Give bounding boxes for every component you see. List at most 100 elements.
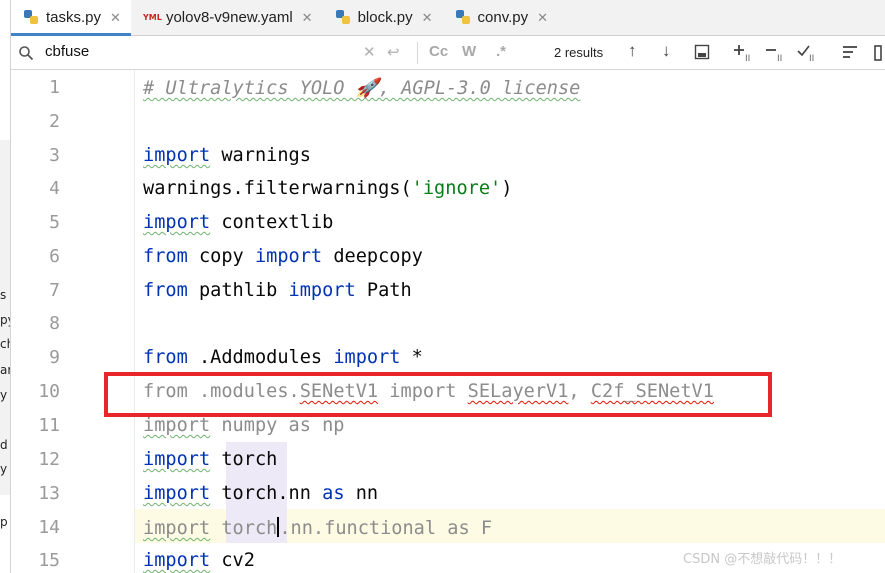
- keyword: import: [333, 347, 401, 368]
- code-line-11: import numpy as np: [143, 415, 345, 436]
- select-all-occurrences-icon[interactable]: II: [797, 43, 819, 63]
- keyword: import: [254, 246, 323, 267]
- code-text: cv2: [210, 550, 255, 571]
- close-icon[interactable]: ✕: [537, 10, 548, 26]
- svg-text:II: II: [809, 54, 814, 63]
- code-text: deepcopy: [322, 246, 423, 267]
- tab-conv-py[interactable]: conv.py ✕: [443, 0, 559, 35]
- code-text: .Addmodules: [187, 347, 334, 368]
- line-number: 1: [49, 77, 60, 98]
- code-line-6: from copy import deepcopy: [143, 246, 423, 267]
- python-file-icon: [455, 9, 472, 26]
- keyword: from: [143, 246, 188, 267]
- code-text: nn: [344, 483, 379, 504]
- project-panel-edge: s py ch ar y d y p: [0, 0, 11, 573]
- project-panel-fragment: py: [0, 313, 10, 327]
- code-text: Path: [355, 280, 412, 301]
- code-line-14: import torch .nn.functional as F: [143, 517, 492, 539]
- close-icon[interactable]: ✕: [422, 10, 433, 26]
- code-text: pathlib: [187, 280, 289, 301]
- add-occurrence-icon[interactable]: II: [733, 43, 755, 63]
- line-number: 15: [38, 550, 60, 571]
- keyword: import: [143, 550, 211, 571]
- tab-block-py[interactable]: block.py ✕: [323, 0, 443, 35]
- keyword: import: [143, 415, 211, 436]
- tab-label: tasks.py: [46, 9, 102, 26]
- tab-tasks-py[interactable]: tasks.py ✕: [11, 0, 131, 36]
- code-line-4: warnings.filterwarnings('ignore'): [143, 178, 512, 199]
- line-number: 3: [49, 145, 60, 166]
- annotation-highlight-box: [104, 372, 772, 417]
- filter-icon[interactable]: [841, 44, 859, 62]
- line-number: 10: [38, 381, 60, 402]
- line-number: 7: [49, 280, 60, 301]
- code-line-15: import cv2: [143, 550, 255, 571]
- code-text: warnings: [210, 145, 311, 166]
- code-text: warnings.filterwarnings(: [143, 178, 412, 199]
- tab-label: block.py: [357, 9, 413, 26]
- line-number: 5: [49, 212, 60, 233]
- tab-label: yolov8-v9new.yaml: [165, 9, 293, 26]
- keyword: import: [143, 145, 211, 166]
- editor-tab-bar: tasks.py ✕ YML yolov8-v9new.yaml ✕ block…: [11, 0, 885, 36]
- regex-toggle[interactable]: .*: [496, 43, 506, 60]
- comment: # Ultralytics YOLO 🚀, AGPL-3.0 license: [143, 78, 581, 99]
- close-icon[interactable]: ✕: [110, 10, 121, 26]
- code-text: numpy as np: [210, 415, 345, 436]
- line-number: 13: [38, 483, 60, 504]
- tab-label: conv.py: [477, 9, 529, 26]
- search-icon[interactable]: [18, 45, 34, 61]
- python-file-icon: [335, 9, 352, 26]
- new-line-icon[interactable]: ↩: [387, 43, 400, 61]
- whole-words-toggle[interactable]: W: [462, 43, 476, 60]
- svg-text:II: II: [745, 54, 750, 63]
- project-panel-fragment: ch: [0, 337, 10, 351]
- code-text: .nn.functional as F: [279, 518, 493, 539]
- code-text: contextlib: [210, 212, 334, 233]
- code-text: torch.nn: [210, 483, 323, 504]
- code-text: torch: [210, 518, 278, 539]
- project-panel-fragment: ar: [0, 363, 10, 377]
- line-number: 8: [49, 313, 60, 334]
- line-number: 14: [38, 517, 60, 538]
- clear-search-icon[interactable]: ✕: [363, 43, 376, 61]
- keyword: as: [322, 483, 345, 504]
- find-bar: cbfuse ✕ ↩ Cc W .* 2 results ↑ ↓ II II I…: [11, 36, 885, 70]
- line-number: 4: [49, 178, 60, 199]
- project-panel-fragment: p: [0, 515, 8, 529]
- filter-results-icon[interactable]: [694, 44, 710, 60]
- line-number: 9: [49, 347, 60, 368]
- keyword: from: [143, 347, 188, 368]
- keyword: import: [288, 280, 356, 301]
- code-editor[interactable]: # Ultralytics YOLO 🚀, AGPL-3.0 license i…: [135, 70, 885, 573]
- line-number: 12: [38, 449, 60, 470]
- code-text: torch: [210, 449, 278, 470]
- line-number: 2: [49, 111, 60, 132]
- line-number: 11: [38, 415, 60, 436]
- code-line-1: # Ultralytics YOLO 🚀, AGPL-3.0 license: [143, 77, 580, 99]
- keyword: import: [143, 449, 211, 470]
- project-panel-fragment: y: [0, 388, 8, 402]
- search-results-count: 2 results: [554, 45, 604, 60]
- match-case-toggle[interactable]: Cc: [429, 43, 448, 60]
- separator: [417, 42, 418, 64]
- code-text: copy: [187, 246, 255, 267]
- close-icon[interactable]: ✕: [302, 10, 313, 26]
- keyword: from: [143, 280, 188, 301]
- next-occurrence-icon[interactable]: ↓: [662, 41, 671, 61]
- previous-occurrence-icon[interactable]: ↑: [628, 41, 637, 61]
- yaml-file-icon: YML: [142, 13, 162, 22]
- remove-occurrence-icon[interactable]: II: [765, 43, 787, 63]
- keyword: import: [143, 518, 211, 539]
- tab-yolov8-v9new-yaml[interactable]: YML yolov8-v9new.yaml ✕: [131, 0, 323, 35]
- code-line-13: import torch.nn as nn: [143, 483, 378, 504]
- more-options-icon[interactable]: [873, 44, 885, 62]
- keyword: import: [143, 212, 211, 233]
- search-input[interactable]: cbfuse: [45, 43, 89, 60]
- code-line-7: from pathlib import Path: [143, 280, 412, 301]
- code-line-5: import contextlib: [143, 212, 333, 233]
- string-literal: 'ignore': [411, 178, 502, 199]
- code-text: ): [501, 178, 513, 199]
- svg-text:II: II: [777, 54, 782, 63]
- project-panel-fragment: y: [0, 462, 8, 476]
